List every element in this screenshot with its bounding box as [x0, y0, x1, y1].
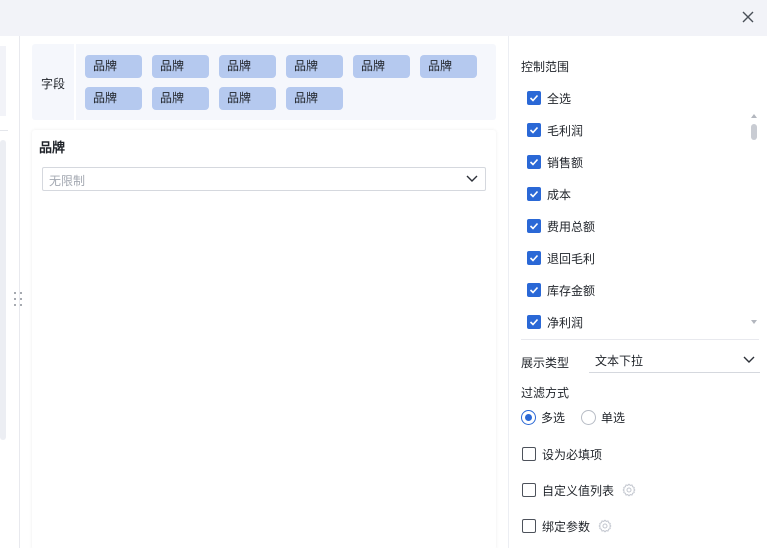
radio-multi-select[interactable]: 多选 — [521, 408, 565, 426]
filter-title: 品牌 — [39, 141, 66, 156]
checkbox-checked-icon[interactable] — [527, 283, 541, 297]
field-separator — [74, 44, 76, 120]
drag-handle-icon[interactable] — [12, 290, 24, 308]
checkbox-checked-icon[interactable] — [527, 187, 541, 201]
checkbox-checked-icon[interactable] — [527, 219, 541, 233]
checkbox-checked-icon[interactable] — [527, 155, 541, 169]
control-range-label: 费用总额 — [547, 219, 596, 234]
radio-selected-icon[interactable] — [521, 409, 536, 425]
field-chip[interactable]: 品牌 — [85, 87, 142, 110]
settings-panel: 控制范围 全选 毛利润 销售额 成本 费用总额 退回毛利 库存金额 净利润 展示… — [508, 36, 767, 548]
filter-mode-label: 过滤方式 — [521, 386, 570, 400]
dialog-header — [0, 0, 767, 36]
field-chip[interactable]: 品牌 — [85, 55, 142, 78]
scroll-up-icon[interactable] — [751, 114, 757, 118]
filter-value-select[interactable]: 无限制 — [42, 167, 486, 191]
close-icon — [742, 11, 754, 23]
checkbox-checked-icon[interactable] — [527, 91, 541, 105]
control-range-item[interactable]: 毛利润 — [527, 120, 583, 140]
control-range-item[interactable]: 费用总额 — [527, 216, 595, 236]
section-divider — [521, 339, 759, 340]
field-label: 字段 — [41, 77, 66, 91]
checkbox-checked-icon[interactable] — [527, 123, 541, 137]
control-range-label: 成本 — [547, 187, 572, 202]
control-range-title: 控制范围 — [521, 60, 570, 74]
control-range-item[interactable]: 成本 — [527, 184, 571, 204]
control-range-label: 库存金额 — [547, 283, 596, 298]
gear-icon[interactable] — [598, 519, 612, 533]
checkbox-unchecked-icon[interactable] — [522, 483, 536, 497]
custom-value-list-option[interactable]: 自定义值列表 — [522, 480, 636, 500]
radio-label: 多选 — [541, 410, 566, 425]
bind-parameter-option[interactable]: 绑定参数 — [522, 516, 612, 536]
field-chip[interactable]: 品牌 — [353, 55, 410, 78]
filter-editor: 字段 品牌 品牌 品牌 品牌 品牌 品牌 品牌 品牌 品牌 品牌 品牌 无限制 — [32, 44, 496, 548]
bind-parameter-label: 绑定参数 — [542, 519, 591, 534]
display-type-label: 展示类型 — [521, 356, 570, 370]
control-range-item-all[interactable]: 全选 — [527, 88, 571, 108]
gear-icon[interactable] — [622, 483, 636, 497]
control-range-label: 净利润 — [547, 315, 584, 330]
control-range-label: 全选 — [547, 91, 572, 106]
display-type-select[interactable]: 文本下拉 — [589, 347, 760, 373]
filter-placeholder: 无限制 — [49, 174, 86, 188]
control-range-scrollbar[interactable] — [751, 114, 757, 324]
checkbox-unchecked-icon[interactable] — [522, 447, 536, 461]
control-range-item[interactable]: 退回毛利 — [527, 248, 595, 268]
checkbox-unchecked-icon[interactable] — [522, 519, 536, 533]
custom-value-list-label: 自定义值列表 — [542, 483, 615, 498]
chevron-down-icon — [466, 175, 478, 182]
field-chip[interactable]: 品牌 — [219, 55, 276, 78]
field-chip[interactable]: 品牌 — [152, 87, 209, 110]
field-chip[interactable]: 品牌 — [286, 55, 343, 78]
control-range-item[interactable]: 库存金额 — [527, 280, 595, 300]
control-range-item[interactable]: 销售额 — [527, 152, 583, 172]
radio-unselected-icon[interactable] — [581, 409, 596, 425]
radio-single-select[interactable]: 单选 — [581, 408, 625, 426]
left-panel-scrollbar[interactable] — [0, 140, 6, 440]
close-button[interactable] — [737, 6, 759, 28]
control-range-label: 销售额 — [547, 155, 584, 170]
left-panel-strip — [0, 46, 6, 116]
field-chip[interactable]: 品牌 — [420, 55, 477, 78]
required-label: 设为必填项 — [542, 447, 603, 462]
required-option[interactable]: 设为必填项 — [522, 444, 602, 464]
radio-label: 单选 — [601, 410, 626, 425]
field-chip[interactable]: 品牌 — [152, 55, 209, 78]
checkbox-checked-icon[interactable] — [527, 315, 541, 329]
control-range-label: 退回毛利 — [547, 251, 596, 266]
field-bar: 字段 品牌 品牌 品牌 品牌 品牌 品牌 品牌 品牌 品牌 品牌 — [32, 44, 496, 120]
scroll-down-icon[interactable] — [751, 320, 757, 324]
control-range-label: 毛利润 — [547, 123, 584, 138]
chevron-down-icon — [743, 356, 755, 363]
field-chip[interactable]: 品牌 — [286, 87, 343, 110]
filter-preview-card: 品牌 无限制 — [32, 130, 496, 548]
left-panel-divider — [0, 130, 8, 131]
field-chip[interactable]: 品牌 — [219, 87, 276, 110]
scroll-thumb[interactable] — [751, 124, 757, 140]
checkbox-checked-icon[interactable] — [527, 251, 541, 265]
control-range-item[interactable]: 净利润 — [527, 312, 583, 332]
display-type-value: 文本下拉 — [595, 354, 644, 368]
